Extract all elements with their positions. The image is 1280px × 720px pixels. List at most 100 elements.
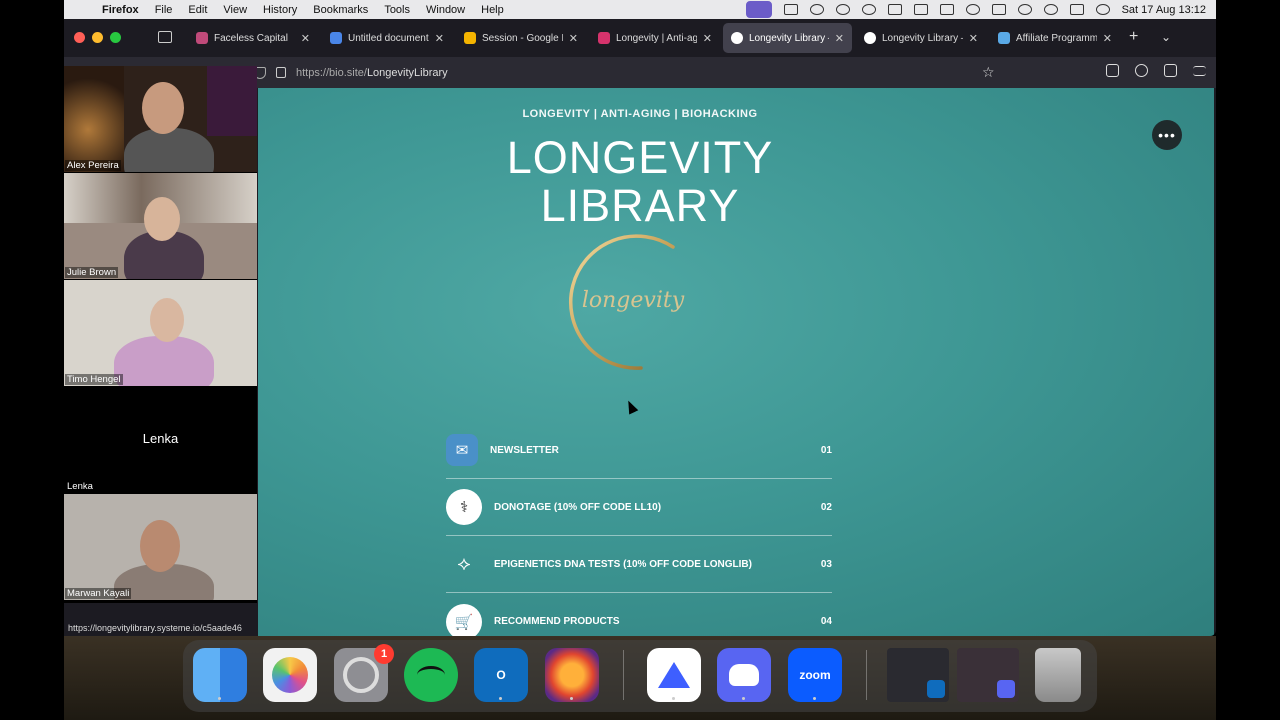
outlook-status-icon[interactable] [783, 4, 798, 15]
logo-text: longevity [582, 288, 685, 313]
search-icon[interactable] [1043, 4, 1058, 15]
tab-title: Affiliate Programme [1016, 32, 1097, 44]
link-newsletter[interactable]: ✉ NEWSLETTER 01 [446, 422, 832, 479]
menu-app-firefox[interactable]: Firefox [94, 4, 147, 16]
close-tab-icon[interactable]: ✕ [969, 32, 978, 45]
link-label: NEWSLETTER [490, 444, 559, 456]
extensions-icon[interactable] [1164, 64, 1177, 77]
dock-zoom-icon[interactable]: zoom [788, 648, 842, 702]
minimize-window-icon[interactable] [92, 32, 103, 43]
more-options-button[interactable]: ••• [1152, 120, 1182, 150]
longevity-logo[interactable]: longevity [561, 229, 705, 373]
dock-separator [623, 650, 624, 700]
dock-nordvpn-icon[interactable] [647, 648, 701, 702]
participant-name: Julie Brown [65, 267, 119, 278]
mirror-icon[interactable] [913, 4, 928, 15]
dock-outlook-icon[interactable]: O [474, 648, 528, 702]
menu-help[interactable]: Help [473, 4, 512, 16]
dock-minimized-window-1[interactable] [887, 648, 949, 702]
menu-file[interactable]: File [147, 4, 181, 16]
dock-discord-icon[interactable] [717, 648, 771, 702]
spotify-waves-icon [417, 666, 445, 684]
link-epigenetics[interactable]: ⟡ EPIGENETICS DNA TESTS (10% OFF CODE LO… [446, 536, 832, 593]
bookmark-star-icon[interactable]: ☆ [982, 64, 995, 81]
link-donotage[interactable]: ⚕ DONOTAGE (10% OFF CODE LL10) 02 [446, 479, 832, 536]
link-number: 04 [820, 616, 832, 627]
tab-longevity-library[interactable]: Longevity Library — ✕ [856, 23, 986, 53]
background-lamp [64, 66, 124, 172]
menu-window[interactable]: Window [418, 4, 473, 16]
participant-head [140, 520, 180, 572]
page-title-line1: LONGEVITY [506, 132, 774, 183]
tab-favicon-icon [598, 32, 610, 44]
record-icon[interactable] [887, 4, 902, 15]
dock-trash-icon[interactable] [1035, 648, 1081, 702]
tab-untitled-document[interactable]: Untitled document - ✕ [322, 23, 452, 53]
control-center-icon[interactable] [1069, 4, 1084, 15]
menu-view[interactable]: View [215, 4, 255, 16]
dock-finder-icon[interactable] [193, 648, 247, 702]
participant-body [114, 336, 214, 386]
participant-tile-alex[interactable]: Alex Pereira [64, 66, 257, 172]
url-bar[interactable]: https://bio.site/LongevityLibrary [254, 61, 1004, 84]
close-tab-icon[interactable]: ✕ [301, 32, 310, 45]
tab-faceless-capital[interactable]: Faceless Capital ✕ [188, 23, 318, 53]
activity-icon[interactable] [965, 4, 980, 15]
close-tab-icon[interactable]: ✕ [435, 32, 444, 45]
menu-tools[interactable]: Tools [376, 4, 418, 16]
participant-name: Lenka [65, 481, 95, 492]
dock-minimized-window-2[interactable] [957, 648, 1019, 702]
tab-affiliate-programme[interactable]: Affiliate Programme ✕ [990, 23, 1120, 53]
menu-clock[interactable]: Sat 17 Aug 13:12 [1122, 4, 1206, 16]
dock-system-settings-icon[interactable]: 1 [334, 644, 394, 702]
participant-tile-marwan[interactable]: Marwan Kayali [64, 494, 257, 600]
outlook-mini-icon [927, 680, 945, 698]
participant-name: Timo Hengel [65, 374, 123, 385]
battery-icon[interactable] [991, 4, 1006, 15]
menu-bookmarks[interactable]: Bookmarks [305, 4, 376, 16]
close-tab-icon[interactable]: ✕ [703, 32, 712, 45]
screen-share-icon[interactable] [745, 1, 772, 18]
tab-instagram-longevity[interactable]: Longevity | Anti-aging ✕ [590, 23, 720, 53]
close-window-icon[interactable] [74, 32, 85, 43]
participant-body [124, 128, 214, 172]
menu-edit[interactable]: Edit [180, 4, 215, 16]
wifi-icon[interactable] [1017, 4, 1032, 15]
link-label: RECOMMEND PRODUCTS [494, 616, 620, 627]
tab-overview-icon[interactable] [158, 31, 172, 43]
participant-camera-off-label: Lenka [142, 431, 179, 446]
discord-logo-icon [729, 664, 759, 686]
dock-spotify-icon[interactable] [404, 648, 458, 702]
tab-title: Longevity Library — [882, 32, 963, 44]
participant-tile-timo[interactable]: Timo Hengel [64, 280, 257, 386]
close-tab-icon[interactable]: ✕ [1103, 32, 1112, 45]
participant-name: Alex Pereira [65, 160, 121, 171]
speedometer-icon[interactable] [835, 4, 850, 15]
tab-favicon-icon [731, 32, 743, 44]
account-icon[interactable] [1135, 64, 1148, 77]
close-tab-icon[interactable]: ✕ [569, 32, 578, 45]
tab-google-drive[interactable]: Session - Google Dr ✕ [456, 23, 586, 53]
close-tab-icon[interactable]: ✕ [835, 32, 844, 45]
nordvpn-mountain-icon [658, 662, 690, 688]
tab-list-chevron-icon[interactable]: ⌄ [1161, 30, 1171, 44]
fullscreen-window-icon[interactable] [110, 32, 121, 43]
participant-tile-lenka[interactable]: Lenka Lenka [64, 387, 257, 493]
gear-status-icon[interactable] [809, 4, 824, 15]
hamburger-menu-icon[interactable] [1193, 66, 1206, 76]
tab-longevity-library-active[interactable]: Longevity Library — ✕ [723, 23, 852, 53]
lock-icon[interactable] [276, 67, 286, 78]
pocket-icon[interactable] [1106, 64, 1119, 77]
settings-gear-icon [343, 657, 379, 693]
tab-favicon-icon [330, 32, 342, 44]
menu-history[interactable]: History [255, 4, 305, 16]
new-tab-icon[interactable]: + [1129, 28, 1138, 46]
dock-photos-icon[interactable] [263, 648, 317, 702]
link-recommend-products[interactable]: 🛒 RECOMMEND PRODUCTS 04 [446, 593, 832, 636]
participant-tile-julie[interactable]: Julie Brown [64, 173, 257, 279]
cloud-icon[interactable] [861, 4, 876, 15]
dock-firefox-icon[interactable] [545, 648, 599, 702]
windows-icon[interactable] [939, 4, 954, 15]
tab-title: Longevity Library — [749, 32, 829, 44]
siri-icon[interactable] [1095, 4, 1110, 15]
